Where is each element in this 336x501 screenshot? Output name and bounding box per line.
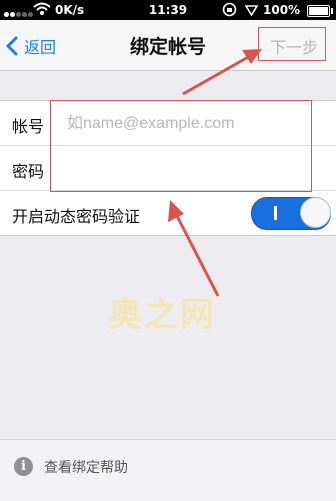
annotation-box-next: [258, 27, 326, 61]
location-icon: [244, 5, 259, 17]
toggle-knob: [300, 197, 331, 228]
status-bar: 0K/s 11:39 100%: [0, 0, 336, 20]
dynamic-password-row: 开启动态密码验证: [0, 191, 336, 235]
info-icon: i: [14, 457, 33, 476]
battery-icon: [307, 5, 333, 17]
battery-percentage: 100%: [263, 3, 301, 17]
account-label: 帐号: [12, 117, 45, 136]
help-bar[interactable]: i 查看绑定帮助: [0, 439, 336, 501]
annotation-box-credentials: [50, 100, 312, 192]
rotation-lock-icon: [222, 2, 237, 17]
password-label: 密码: [12, 162, 45, 181]
watermark: 奥之网: [108, 295, 216, 335]
dynamic-password-label: 开启动态密码验证: [12, 207, 141, 226]
dynamic-password-toggle[interactable]: [251, 197, 331, 230]
toggle-on-indicator: [274, 206, 277, 220]
help-link[interactable]: 查看绑定帮助: [44, 457, 128, 477]
annotation-arrows: [168, 49, 262, 297]
